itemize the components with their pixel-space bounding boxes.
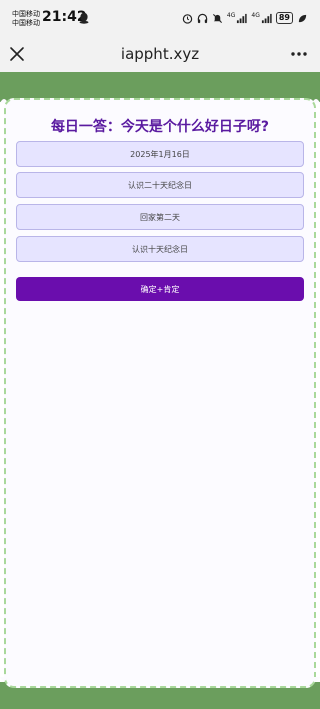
close-icon[interactable] [8, 45, 26, 63]
more-options-icon[interactable] [290, 48, 308, 60]
network-type-1: 4G [226, 11, 236, 19]
browser-toolbar: iappht.xyz [0, 36, 320, 72]
leaf-icon [298, 14, 307, 22]
status-bar: 中国移动 中国移动 21:42 4G 4G 89 [0, 0, 320, 36]
signal-icon-2 [261, 13, 272, 23]
signal-icon [237, 13, 248, 23]
answer-option-3[interactable]: 回家第二天 [16, 204, 304, 230]
mute-icon [212, 13, 222, 23]
carrier-1: 中国移动 [12, 10, 40, 18]
carrier-2: 中国移动 [12, 19, 40, 27]
answer-option-2[interactable]: 认识二十天纪念日 [16, 172, 304, 198]
answer-option-4[interactable]: 认识十天纪念日 [16, 236, 304, 262]
status-icons: 4G 4G 89 [182, 11, 308, 25]
network-type-2: 4G [251, 11, 260, 19]
confirm-button[interactable]: 确定+肯定 [16, 277, 304, 301]
battery-indicator: 89 [275, 12, 293, 24]
page-title: 每日一答：今天是个什么好日子呀? [50, 119, 270, 135]
carrier-info: 中国移动 中国移动 [12, 10, 40, 28]
answer-option-1[interactable]: 2025年1月16日 [16, 141, 304, 167]
alarm-icon [182, 13, 193, 24]
page-url: iappht.xyz [120, 45, 200, 63]
qq-icon [79, 12, 89, 24]
scallop-edge-bottom [0, 677, 320, 681]
headphones-icon [197, 13, 208, 23]
